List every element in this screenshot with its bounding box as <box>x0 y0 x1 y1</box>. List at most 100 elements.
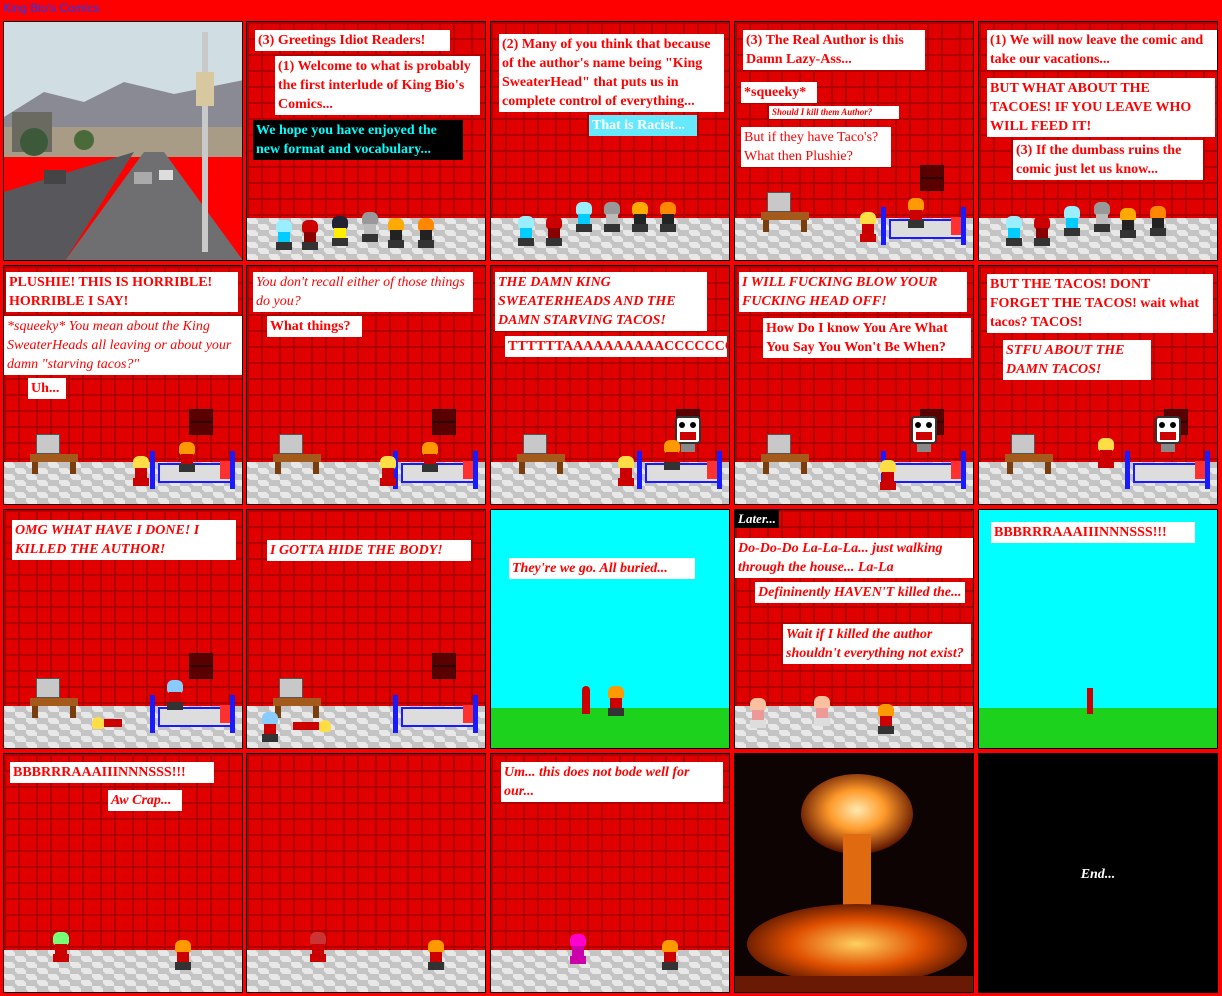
tile-floor <box>247 950 485 992</box>
speech-bubble: They're we go. All buried... <box>509 558 695 579</box>
character <box>415 218 437 248</box>
speech-bubble: (3) If the dumbass ruins the comic just … <box>1013 140 1203 180</box>
speech-bubble: I GOTTA HIDE THE BODY! <box>267 540 471 561</box>
speech-bubble: Do-Do-Do La-La-La... just walking throug… <box>735 538 973 578</box>
character-glowing <box>567 934 589 964</box>
computer-desk <box>761 192 809 232</box>
character-author-fallen <box>92 715 122 731</box>
speech-bubble: I WILL FUCKING BLOW YOUR FUCKING HEAD OF… <box>739 272 967 312</box>
character <box>359 212 381 242</box>
character-zombie-author <box>50 932 72 962</box>
character <box>1061 206 1083 236</box>
speech-bubble: What things? <box>267 316 362 337</box>
speech-bubble: PLUSHIE! THIS IS HORRIBLE! HORRIBLE I SA… <box>6 272 238 312</box>
speech-bubble: But if they have Taco's? What then Plush… <box>741 127 891 167</box>
speech-bubble: You don't recall either of those things … <box>253 272 473 312</box>
tile-floor <box>491 950 729 992</box>
caption-later: Later... <box>735 510 779 528</box>
character <box>543 216 565 246</box>
grass <box>979 708 1217 748</box>
speech-bubble: Defininently HAVEN'T killed the... <box>755 582 965 603</box>
nuclear-explosion-image <box>735 754 973 992</box>
character <box>299 220 321 250</box>
speech-bubble: (3) Greetings Idiot Readers! <box>255 30 450 51</box>
character-zombie-author <box>307 932 329 962</box>
character-plushie <box>425 940 447 970</box>
character-plushie <box>259 712 281 742</box>
character-plushie <box>172 940 194 970</box>
speech-bubble: Uh... <box>28 378 66 399</box>
speech-bubble: OMG WHAT HAVE I DONE! I KILLED THE AUTHO… <box>12 520 236 560</box>
bed <box>393 695 479 735</box>
character-plushie <box>659 940 681 970</box>
window-title: King Bio's Comics <box>3 1 100 15</box>
character <box>1117 208 1139 238</box>
speech-bubble: TTTTTTAAAAAAAAAACCCCCCCCCCOOOOOOOOSSSS!!… <box>505 336 729 357</box>
character-author <box>130 456 152 486</box>
shelf <box>189 409 213 435</box>
character <box>601 202 623 232</box>
panel-20-end: End... <box>978 753 1218 993</box>
speech-bubble: We hope you have enjoyed the new format … <box>253 120 463 160</box>
character <box>657 202 679 232</box>
panel-15: BBBRRRAAAIIINNNSSS!!! <box>978 509 1218 749</box>
speech-bubble: BUT WHAT ABOUT THE TACOES! IF YOU LEAVE … <box>987 78 1215 137</box>
street-photo <box>4 22 242 260</box>
character <box>329 216 351 246</box>
panel-6: PLUSHIE! THIS IS HORRIBLE! HORRIBLE I SA… <box>3 265 243 505</box>
speech-bubble: BBBRRRAAAIIINNNSSS!!! <box>10 762 214 783</box>
speech-bubble: Aw Crap... <box>108 790 182 811</box>
panel-14: Later... Do-Do-Do La-La-La... just walki… <box>734 509 974 749</box>
character-plushie <box>905 198 927 228</box>
end-text: End... <box>1080 867 1116 882</box>
panel-19-nuke <box>734 753 974 993</box>
character-author <box>857 212 879 242</box>
speech-bubble: (3) The Real Author is this Damn Lazy-As… <box>743 30 925 70</box>
shelf <box>189 653 213 679</box>
character-author <box>877 460 899 490</box>
character-author <box>377 456 399 486</box>
character-author <box>1095 438 1117 468</box>
computer-desk <box>30 434 78 474</box>
character-author <box>615 456 637 486</box>
speech-bubble: (2) Many of you think that because of th… <box>499 34 724 112</box>
speech-bubble: STFU ABOUT THE DAMN TACOS! <box>1003 340 1151 380</box>
panel-9: I WILL FUCKING BLOW YOUR FUCKING HEAD OF… <box>734 265 974 505</box>
shelf <box>432 653 456 679</box>
panel-7: You don't recall either of those things … <box>246 265 486 505</box>
tile-floor <box>735 706 973 748</box>
character-plushie <box>875 704 897 734</box>
character-plushie <box>605 686 627 716</box>
character-plushie <box>419 442 441 472</box>
panel-5: (1) We will now leave the comic and take… <box>978 21 1218 261</box>
character <box>629 202 651 232</box>
character <box>1147 206 1169 236</box>
panel-3: (2) Many of you think that because of th… <box>490 21 730 261</box>
taco-monster <box>1155 416 1181 452</box>
character-plushie <box>176 442 198 472</box>
speech-bubble: (1) Welcome to what is probably the firs… <box>275 56 480 115</box>
speech-bubble: (1) We will now leave the comic and take… <box>987 30 1217 70</box>
tile-floor <box>4 950 242 992</box>
character-author-fallen <box>293 718 333 734</box>
shelf <box>920 165 944 191</box>
panel-16: BBBRRRAAAIIINNNSSS!!! Aw Crap... <box>3 753 243 993</box>
zombie-arm <box>1087 688 1093 714</box>
speech-bubble: BBBRRRAAAIIINNNSSS!!! <box>991 522 1195 543</box>
character <box>515 216 537 246</box>
bed <box>150 695 236 735</box>
speech-bubble: How Do I know You Are What You Say You W… <box>763 318 971 358</box>
character <box>1031 216 1053 246</box>
speech-bubble: That is Racist... <box>589 115 697 136</box>
shelf <box>432 409 456 435</box>
panel-13: They're we go. All buried... <box>490 509 730 749</box>
speech-bubble: Wait if I killed the author shouldn't ev… <box>783 624 971 664</box>
character <box>1091 202 1113 232</box>
character <box>1003 216 1025 246</box>
panel-11: OMG WHAT HAVE I DONE! I KILLED THE AUTHO… <box>3 509 243 749</box>
character-ghost <box>747 698 769 728</box>
panel-8: THE DAMN KING SWEATERHEADS AND THE DAMN … <box>490 265 730 505</box>
character <box>385 218 407 248</box>
computer-desk <box>273 434 321 474</box>
computer-desk <box>517 434 565 474</box>
